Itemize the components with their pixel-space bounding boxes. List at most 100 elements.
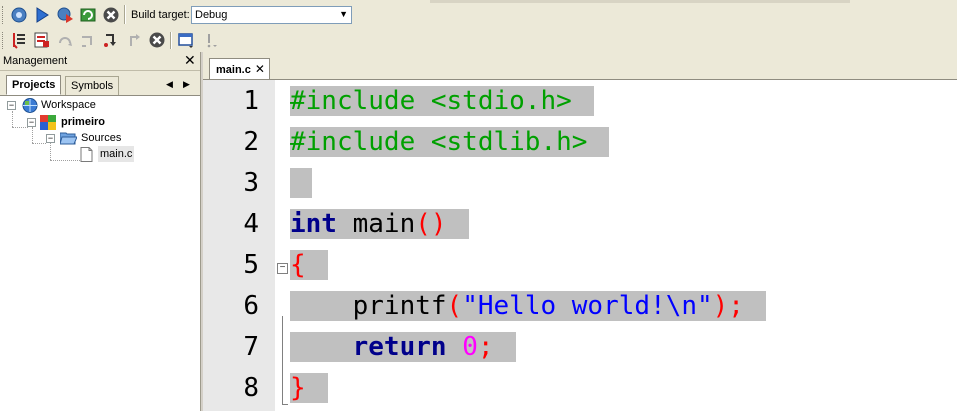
code-line[interactable]: int main() (290, 207, 469, 241)
tree-connector (50, 143, 51, 160)
code-token: ; (477, 332, 494, 362)
toolbar-separator (124, 5, 126, 24)
file-label: main.c (98, 146, 135, 162)
code-token: } (290, 373, 306, 403)
build-gear-icon[interactable] (9, 5, 29, 25)
build-and-run-icon[interactable] (55, 5, 75, 25)
code-token: "Hello world!\n" (462, 291, 713, 321)
debug-windows-icon[interactable] (176, 30, 196, 50)
close-icon[interactable]: ✕ (184, 53, 196, 67)
rebuild-icon[interactable] (78, 5, 98, 25)
code-token: ( (446, 291, 463, 321)
workspace-icon (22, 98, 38, 118)
code-line[interactable]: #include <stdlib.h> (290, 125, 610, 159)
tree-connector (50, 160, 80, 161)
code-token: int (290, 209, 337, 239)
fold-line (282, 316, 283, 404)
build-target-select[interactable]: Debug ▼ (191, 6, 352, 24)
build-toolbar: Build target: Debug ▼ (0, 0, 957, 30)
selection-highlight: } (290, 373, 328, 403)
tab-scroll-left-icon[interactable]: ◀ (166, 79, 173, 90)
management-title: Management (3, 55, 68, 67)
tree-connector (32, 143, 46, 144)
toolbar-grip[interactable] (2, 6, 6, 24)
run-icon[interactable] (32, 5, 52, 25)
line-number: 1 (243, 86, 259, 116)
workspace-expander[interactable]: − (7, 101, 16, 110)
tab-projects[interactable]: Projects (6, 75, 62, 95)
code-token: #include <stdio.h> (290, 86, 572, 116)
debugger-toolbar (0, 29, 957, 52)
editor-tab-bar: main.c ✕ (203, 52, 957, 80)
code-token: 0 (462, 332, 478, 362)
editor-tab-label: main.c (216, 64, 251, 76)
code-line[interactable]: return 0; (290, 330, 516, 364)
toolbar-separator (170, 32, 172, 49)
folder-open-icon (59, 131, 78, 150)
sources-label: Sources (81, 132, 122, 144)
tree-connector (12, 111, 13, 127)
build-target-value: Debug (195, 9, 228, 21)
code-token: () (415, 209, 447, 239)
abort-icon[interactable] (101, 5, 121, 25)
tree-connector (12, 127, 28, 128)
line-number: 5 (243, 250, 259, 280)
toolbar-top-strip (430, 0, 850, 3)
step-out-icon[interactable] (124, 30, 144, 50)
code-token: #include <stdlib.h> (290, 127, 588, 157)
project-tree: − Workspace − primeiro − Sources main.c (0, 96, 200, 411)
line-number: 3 (243, 168, 259, 198)
code-editor: main.c ✕ − 1 #include <stdio.h> 2 #include <… (203, 52, 957, 411)
management-header: Management ✕ (0, 52, 200, 71)
fold-line-end (282, 404, 288, 405)
selection-highlight (290, 168, 312, 198)
code-line[interactable]: } (290, 371, 328, 405)
fold-toggle-icon[interactable]: − (277, 263, 288, 274)
management-panel: Management ✕ Projects Symbols ◀ ▶ − Work… (0, 52, 201, 411)
close-tab-icon[interactable]: ✕ (255, 62, 265, 76)
code-line[interactable]: #include <stdio.h> (290, 84, 594, 118)
next-instruction-icon[interactable] (78, 30, 98, 50)
fold-margin: − (275, 80, 289, 411)
tab-symbols[interactable]: Symbols (65, 76, 120, 95)
tree-connector (32, 127, 33, 143)
stop-debugger-icon[interactable] (147, 30, 167, 50)
line-number: 8 (243, 373, 259, 403)
selection-highlight: { (290, 250, 328, 280)
line-number: 6 (243, 291, 259, 321)
project-icon (40, 115, 56, 135)
code-token: { (290, 250, 306, 280)
code-line[interactable] (290, 166, 312, 200)
project-expander[interactable]: − (27, 118, 36, 127)
code-token: printf (290, 291, 447, 321)
build-target-label: Build target: (131, 9, 190, 21)
line-number: 7 (243, 332, 259, 362)
toolbar-grip[interactable] (2, 32, 6, 49)
chevron-down-icon[interactable]: ▼ (339, 9, 348, 19)
step-into-icon[interactable] (101, 30, 121, 50)
run-to-cursor-icon[interactable] (32, 30, 52, 50)
various-info-icon[interactable] (199, 30, 219, 50)
code-token: return (352, 332, 447, 362)
line-number: 2 (243, 127, 259, 157)
project-label: primeiro (61, 116, 106, 128)
selection-highlight: printf("Hello world!\n"); (290, 291, 766, 321)
code-token: ); (712, 291, 744, 321)
next-line-icon[interactable] (55, 30, 75, 50)
code-token: main (336, 209, 416, 239)
editor-tab-main-c[interactable]: main.c ✕ (209, 58, 270, 79)
debug-start-icon[interactable] (9, 30, 29, 50)
management-tabs: Projects Symbols ◀ ▶ (0, 71, 200, 96)
selection-highlight: #include <stdlib.h> (290, 127, 610, 157)
selection-highlight: #include <stdio.h> (290, 86, 594, 116)
tab-scroll-right-icon[interactable]: ▶ (183, 79, 190, 90)
code-line[interactable]: { (290, 248, 328, 282)
workspace-label: Workspace (41, 99, 96, 111)
selection-highlight: int main() (290, 209, 469, 239)
sources-expander[interactable]: − (46, 134, 55, 143)
code-line[interactable]: printf("Hello world!\n"); (290, 289, 766, 323)
line-number: 4 (243, 209, 259, 239)
file-icon (80, 147, 93, 167)
